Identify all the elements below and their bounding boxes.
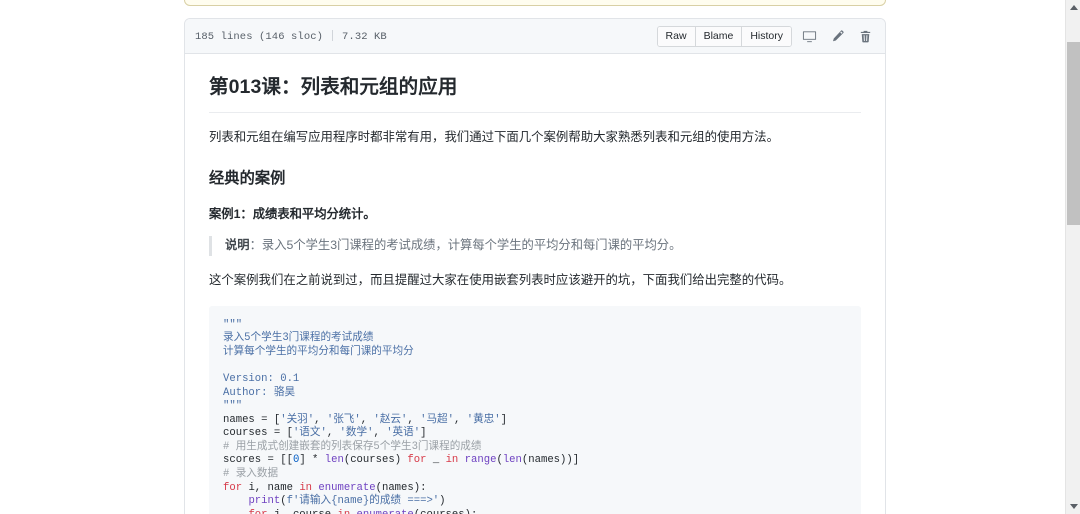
file-meta: 185 lines (146 sloc) 7.32 KB: [195, 29, 387, 43]
explanation-label: 说明: [225, 238, 250, 253]
intro-paragraph: 列表和元组在编写应用程序时都非常有用，我们通过下面几个案例帮助大家熟悉列表和元组…: [209, 129, 779, 144]
code-line: Version: 0.1: [223, 373, 300, 386]
meta-divider: [332, 29, 334, 41]
explanation-blockquote: 说明：录入5个学生3门课程的考试成绩，计算每个学生的平均分和每门课的平均分。: [209, 236, 861, 256]
scroll-up-arrow[interactable]: [1066, 0, 1080, 15]
code-line: """: [223, 318, 243, 331]
chevron-up-icon: [1069, 5, 1078, 10]
raw-button[interactable]: Raw: [657, 26, 696, 46]
blame-button[interactable]: Blame: [695, 26, 743, 46]
explanation-text: ：录入5个学生3门课程的考试成绩，计算每个学生的平均分和每门课的平均分。: [249, 238, 682, 253]
code-line: 录入5个学生3门课程的考试成绩: [223, 332, 374, 345]
page-title: 第013课：列表和元组的应用: [209, 72, 861, 113]
code-line: # 录入数据: [223, 467, 279, 480]
code-line: names = ['关羽', '张飞', '赵云', '马超', '黄忠']: [223, 413, 507, 426]
code-line: """: [223, 400, 243, 413]
scroll-down-arrow[interactable]: [1066, 499, 1080, 514]
code-line: print(f'请输入{name}的成绩 ===>'): [248, 495, 446, 508]
notice-banner: [184, 0, 886, 6]
scrollbar-thumb[interactable]: [1067, 42, 1080, 225]
page-root: 185 lines (146 sloc) 7.32 KB Raw Blame Hi…: [0, 0, 1080, 514]
file-content-box: 185 lines (146 sloc) 7.32 KB Raw Blame Hi…: [184, 18, 886, 514]
lead-in-paragraph: 这个案例我们在之前说到过，而且提醒过大家在使用嵌套列表时应该避开的坑，下面我们给…: [209, 272, 792, 287]
file-size: 7.32 KB: [342, 30, 387, 43]
history-button[interactable]: History: [742, 26, 791, 46]
code-line: courses = ['语文', '数学', '英语']: [223, 427, 427, 440]
section-heading: 经典的案例: [209, 169, 286, 187]
chevron-down-icon: [1069, 504, 1078, 509]
case-title: 案例1：成绩表和平均分统计。: [209, 207, 376, 222]
trash-icon[interactable]: [854, 26, 876, 47]
desktop-icon[interactable]: [798, 26, 820, 47]
code-line: 计算每个学生的平均分和每门课的平均分: [223, 346, 414, 359]
code-line: for i, name in enumerate(names):: [223, 481, 427, 494]
code-line: scores = [[0] * len(courses) for _ in ra…: [223, 454, 580, 467]
pencil-icon[interactable]: [826, 26, 848, 47]
code-line: for j, course in enumerate(courses):: [223, 509, 847, 514]
code-line: # 用生成式创建嵌套的列表保存5个学生3门课程的成绩: [223, 440, 482, 453]
code-line: Author: 骆昊: [223, 386, 296, 399]
markdown-body: 第013课：列表和元组的应用 列表和元组在编写应用程序时都非常有用，我们通过下面…: [185, 54, 885, 514]
file-lines-info: 185 lines (146 sloc): [195, 30, 324, 43]
file-toolbar: 185 lines (146 sloc) 7.32 KB Raw Blame Hi…: [185, 19, 885, 54]
file-action-buttons: Raw Blame History: [656, 25, 792, 47]
code-block[interactable]: """ 录入5个学生3门课程的考试成绩 计算每个学生的平均分和每门课的平均分 Ver…: [209, 305, 861, 514]
page-scrollbar[interactable]: [1065, 0, 1080, 514]
